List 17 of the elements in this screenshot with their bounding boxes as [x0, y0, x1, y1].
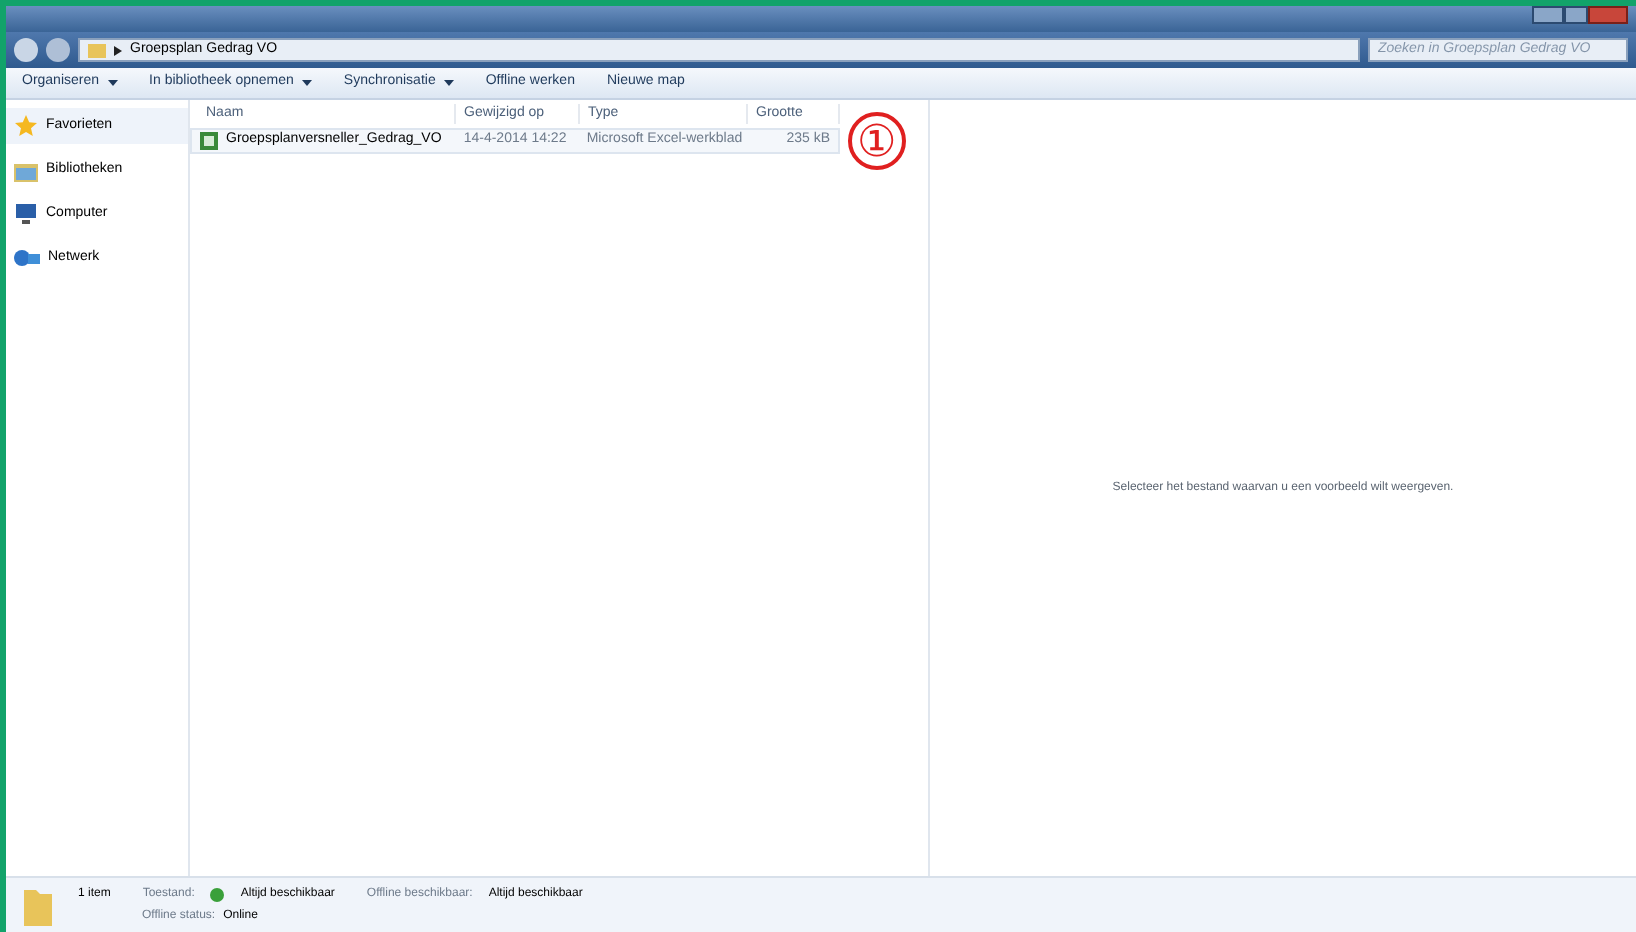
network-icon	[14, 247, 40, 269]
folder-icon	[88, 42, 106, 58]
caret-icon	[301, 80, 312, 86]
star-icon	[14, 114, 38, 138]
minimize-button[interactable]	[1532, 6, 1564, 24]
folder-icon	[14, 159, 38, 181]
computer-icon	[14, 203, 38, 225]
annotation-number: ①	[848, 112, 906, 170]
back-button[interactable]	[14, 38, 38, 62]
close-button[interactable]	[1588, 6, 1628, 24]
spreadsheet-icon	[200, 132, 218, 150]
forward-button[interactable]	[46, 38, 70, 62]
folder-icon	[22, 885, 54, 925]
caret-icon	[443, 80, 454, 86]
chevron-icon	[114, 45, 122, 55]
caret-icon	[107, 80, 118, 86]
maximize-button[interactable]	[1564, 6, 1588, 24]
